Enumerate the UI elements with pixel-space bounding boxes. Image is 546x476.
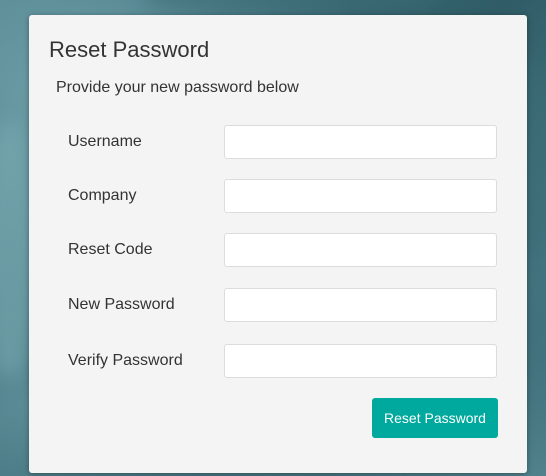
verify-password-input[interactable] bbox=[224, 344, 497, 378]
company-label: Company bbox=[68, 187, 137, 204]
form-row-company: Company bbox=[29, 179, 527, 213]
reset-password-button[interactable]: Reset Password bbox=[372, 398, 498, 438]
verify-password-label: Verify Password bbox=[68, 352, 183, 369]
form-row-reset-code: Reset Code bbox=[29, 233, 527, 267]
panel-subtitle: Provide your new password below bbox=[56, 79, 299, 96]
username-label: Username bbox=[68, 133, 142, 150]
form-row-new-password: New Password bbox=[29, 288, 527, 322]
form-row-verify-password: Verify Password bbox=[29, 344, 527, 378]
new-password-label: New Password bbox=[68, 296, 175, 313]
reset-code-input[interactable] bbox=[224, 233, 497, 267]
username-input[interactable] bbox=[224, 125, 497, 159]
new-password-input[interactable] bbox=[224, 288, 497, 322]
panel-title: Reset Password bbox=[49, 37, 210, 62]
form-row-username: Username bbox=[29, 125, 527, 159]
reset-password-panel: Reset Password Provide your new password… bbox=[29, 15, 527, 473]
company-input[interactable] bbox=[224, 179, 497, 213]
reset-code-label: Reset Code bbox=[68, 241, 153, 258]
